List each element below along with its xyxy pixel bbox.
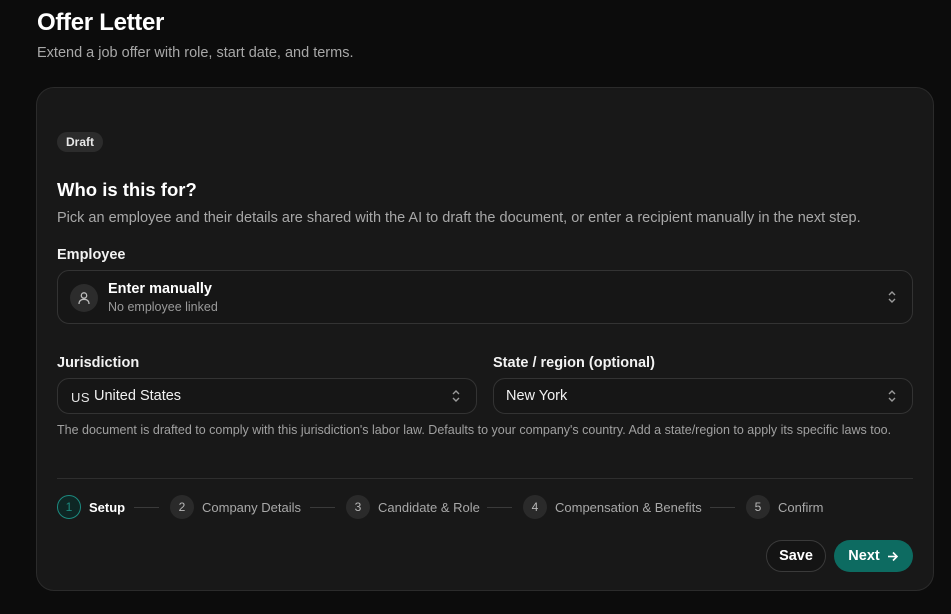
step-company-details[interactable]: 2 Company Details	[170, 495, 301, 519]
step-connector	[710, 507, 735, 508]
section-description: Pick an employee and their details are s…	[57, 210, 861, 226]
section-title: Who is this for?	[57, 179, 197, 200]
step-candidate-role[interactable]: 3 Candidate & Role	[346, 495, 480, 519]
step-label: Candidate & Role	[378, 499, 480, 515]
employee-value: Enter manually	[108, 281, 212, 297]
step-connector	[134, 507, 159, 508]
chevron-up-down-icon	[888, 390, 896, 402]
divider	[57, 478, 913, 479]
step-number: 2	[170, 495, 194, 519]
next-button-label: Next	[848, 548, 880, 564]
page-subtitle: Extend a job offer with role, start date…	[37, 45, 354, 61]
employee-label: Employee	[57, 247, 126, 263]
user-icon	[70, 284, 98, 312]
employee-select[interactable]: Enter manually No employee linked	[57, 270, 913, 324]
step-connector	[487, 507, 512, 508]
offer-letter-card: Draft Who is this for? Pick an employee …	[36, 87, 934, 591]
step-number: 3	[346, 495, 370, 519]
jurisdiction-help-text: The document is drafted to comply with t…	[57, 423, 892, 437]
state-label: State / region (optional)	[493, 355, 655, 371]
jurisdiction-select[interactable]: US United States	[57, 378, 477, 414]
chevron-up-down-icon	[452, 390, 460, 402]
jurisdiction-label: Jurisdiction	[57, 355, 140, 371]
step-setup[interactable]: 1 Setup	[57, 495, 125, 519]
arrow-right-icon	[887, 551, 898, 561]
jurisdiction-value: United States	[94, 388, 182, 404]
status-badge: Draft	[57, 132, 104, 152]
chevron-up-down-icon	[888, 291, 896, 303]
step-number: 4	[523, 495, 547, 519]
step-connector	[310, 507, 335, 508]
page-title: Offer Letter	[37, 9, 165, 36]
next-button[interactable]: Next	[834, 540, 913, 572]
step-label: Compensation & Benefits	[555, 499, 702, 515]
country-code: US	[71, 390, 91, 405]
step-compensation-benefits[interactable]: 4 Compensation & Benefits	[523, 495, 702, 519]
employee-subtext: No employee linked	[108, 300, 218, 314]
step-confirm[interactable]: 5 Confirm	[746, 495, 824, 519]
state-value: New York	[506, 388, 568, 404]
state-select[interactable]: New York	[493, 378, 913, 414]
step-label: Confirm	[778, 499, 824, 515]
step-number: 1	[57, 495, 81, 519]
step-label: Setup	[89, 499, 126, 515]
save-button[interactable]: Save	[766, 540, 826, 572]
step-label: Company Details	[202, 499, 301, 515]
step-number: 5	[746, 495, 770, 519]
